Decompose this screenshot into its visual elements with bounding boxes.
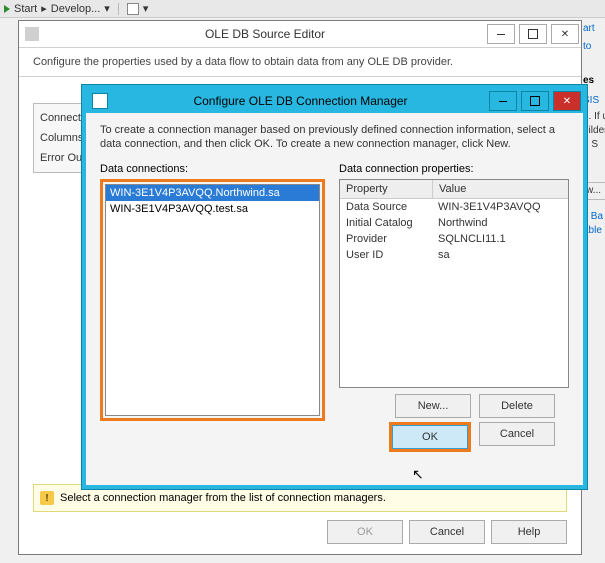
source-titlebar[interactable]: OLE DB Source Editor (19, 21, 581, 48)
source-help-button[interactable]: Help (491, 520, 567, 544)
close-button[interactable] (553, 91, 581, 111)
window-icon (92, 93, 108, 109)
source-cancel-button[interactable]: Cancel (409, 520, 485, 544)
config-title: Configure OLE DB Connection Manager (114, 94, 487, 108)
connection-item-selected[interactable]: WIN-3E1V4P3AVQQ.Northwind.sa (106, 185, 319, 201)
desktop-root: Start ▸ Develop... ▾ ▾ art to es SIS d. … (0, 0, 605, 563)
configure-connection-manager-window: Configure OLE DB Connection Manager To c… (82, 85, 587, 489)
prop-header-property[interactable]: Property (340, 180, 433, 198)
data-connections-label: Data connections: (100, 163, 325, 175)
window-icon (25, 27, 39, 41)
data-connections-listbox[interactable]: WIN-3E1V4P3AVQQ.Northwind.sa WIN-3E1V4P3… (105, 184, 320, 416)
property-row: Data SourceWIN-3E1V4P3AVQQ (340, 199, 568, 215)
minimize-button[interactable] (487, 24, 515, 44)
connection-item[interactable]: WIN-3E1V4P3AVQQ.test.sa (106, 201, 319, 217)
source-ok-button: OK (327, 520, 403, 544)
new-connection-button[interactable]: New... (395, 394, 471, 418)
prop-header-value[interactable]: Value (433, 180, 472, 198)
ok-button-highlight: OK (389, 422, 471, 452)
start-label[interactable]: Start (14, 3, 37, 15)
source-title: OLE DB Source Editor (45, 27, 485, 41)
config-ok-button[interactable]: OK (392, 425, 468, 449)
property-row: Initial CatalogNorthwind (340, 215, 568, 231)
warning-text: Select a connection manager from the lis… (60, 492, 386, 504)
connection-properties-label: Data connection properties: (339, 163, 569, 175)
delete-connection-button[interactable]: Delete (479, 394, 555, 418)
play-icon (4, 5, 10, 13)
toolbar-box-icon (127, 3, 139, 15)
maximize-button[interactable] (519, 24, 547, 44)
data-connections-highlight: WIN-3E1V4P3AVQQ.Northwind.sa WIN-3E1V4P3… (100, 179, 325, 421)
develop-label[interactable]: Develop... (51, 3, 101, 15)
warning-icon: ! (40, 491, 54, 505)
close-button[interactable] (551, 24, 579, 44)
property-row: User IDsa (340, 247, 568, 263)
vs-toolbar-fragment: Start ▸ Develop... ▾ ▾ (0, 0, 605, 18)
property-row: ProviderSQLNCLI11.1 (340, 231, 568, 247)
source-description: Configure the properties used by a data … (19, 48, 581, 77)
config-titlebar[interactable]: Configure OLE DB Connection Manager (86, 89, 583, 113)
maximize-button[interactable] (521, 91, 549, 111)
config-cancel-button[interactable]: Cancel (479, 422, 555, 446)
config-description: To create a connection manager based on … (86, 113, 583, 163)
properties-grid[interactable]: Property Value Data SourceWIN-3E1V4P3AVQ… (339, 179, 569, 388)
minimize-button[interactable] (489, 91, 517, 111)
